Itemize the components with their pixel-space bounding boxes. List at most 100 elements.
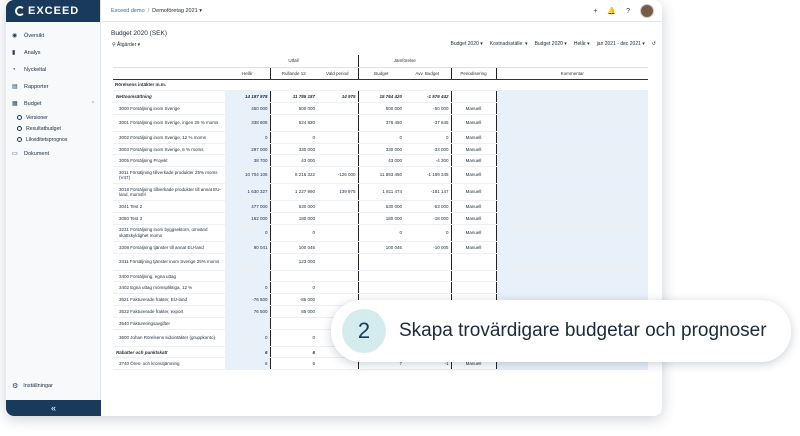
cell-helar[interactable]: 10 704 105 <box>225 166 270 185</box>
cell-avv[interactable]: -18 000 <box>404 212 452 225</box>
cell-budget[interactable] <box>357 253 404 271</box>
cell-per[interactable]: Manuell <box>450 224 497 242</box>
cell-rull[interactable]: 0 <box>269 131 317 144</box>
cell-avv[interactable]: 0 <box>404 131 452 144</box>
cell-rull[interactable]: 524 830 <box>269 114 317 132</box>
cell-kommentar[interactable] <box>495 90 649 104</box>
cell-kommentar[interactable] <box>495 253 649 271</box>
cell-helar[interactable] <box>225 317 270 330</box>
cell-vald[interactable] <box>317 143 358 156</box>
cell-helar[interactable]: 477 000 <box>225 200 270 214</box>
cell-avv[interactable] <box>404 270 452 283</box>
cell-helar[interactable]: 450 000 <box>225 102 270 115</box>
cell-avv[interactable] <box>404 281 452 295</box>
cell-rull[interactable]: 6 <box>269 357 317 371</box>
cell-budget[interactable] <box>357 281 404 295</box>
cell-avv[interactable]: 0 <box>404 224 452 242</box>
cell-rull[interactable]: 1 227 990 <box>269 183 317 202</box>
cell-kommentar[interactable] <box>495 200 649 214</box>
table-row[interactable]: 3005 Försäljning Projekt 38 700 43 000 43 0… <box>113 154 649 168</box>
cell-helar[interactable]: 6 <box>225 346 270 359</box>
cell-budget[interactable]: 330 000 <box>357 143 404 156</box>
cell-rull[interactable] <box>269 270 317 283</box>
cell-per[interactable]: Manuell <box>450 131 497 144</box>
cell-per[interactable]: Manuell <box>450 241 497 254</box>
cell-helar[interactable]: 6 <box>225 357 270 371</box>
cell-rull[interactable]: 530 000 <box>269 200 317 214</box>
table-row[interactable]: 3231 Försäljning inom byggsektorn, omvän… <box>113 224 649 242</box>
table-row[interactable]: 3011 Försäljning tillverkade produkter 2… <box>113 166 649 185</box>
cell-vald[interactable] <box>317 102 358 115</box>
cell-helar[interactable]: 14 187 978 <box>225 90 270 104</box>
cell-per[interactable]: Manuell <box>450 102 497 115</box>
cell-helar[interactable]: 1 630 327 <box>225 183 270 202</box>
cell-vald[interactable]: -126 000 <box>317 166 358 185</box>
cell-helar[interactable]: 338 805 <box>225 114 270 132</box>
logo[interactable]: EXCEED <box>6 0 100 22</box>
cell-vald[interactable] <box>317 212 358 225</box>
cell-budget[interactable]: 500 000 <box>357 102 404 115</box>
cell-kommentar[interactable] <box>495 224 649 242</box>
date-range-filter[interactable]: jan 2021 - dec 2021 ▾ <box>597 41 645 47</box>
cell-helar[interactable]: 0 <box>225 281 270 295</box>
collapse-sidebar-button[interactable]: « <box>6 400 101 416</box>
cost-center-filter[interactable]: Kostnadsställe: ▾ <box>490 41 528 47</box>
cell-kommentar[interactable] <box>495 143 649 156</box>
refresh-icon[interactable]: ↺ <box>652 41 656 47</box>
cell-rull[interactable]: 0 <box>269 281 317 295</box>
cell-kommentar[interactable] <box>495 183 649 202</box>
settings-link[interactable]: ⚙ Inställningar <box>12 382 53 390</box>
cell-rull[interactable]: 180 000 <box>269 212 317 225</box>
cell-rull[interactable]: 8 216 322 <box>269 166 317 185</box>
cell-vald[interactable] <box>317 154 358 168</box>
table-row[interactable]: 3003 Försäljning inom Sverige, 6 % moms 2… <box>113 143 649 156</box>
cell-rull[interactable]: 500 000 <box>269 102 317 115</box>
cell-avv[interactable]: -10 005 <box>404 241 452 254</box>
notification-icon[interactable]: 🔔 <box>607 7 616 15</box>
cell-budget[interactable]: 0 <box>357 131 404 144</box>
cell-per[interactable]: Manuell <box>450 166 497 185</box>
cell-helar[interactable]: 90 041 <box>225 241 270 254</box>
table-row[interactable]: 3001 Försäljning inom Sverige, ingen 25 … <box>113 114 649 132</box>
table-row[interactable]: 3308 Försäljning tjänster till annat EU-… <box>113 241 649 254</box>
cell-per[interactable]: Manuell <box>450 154 497 168</box>
cell-rull[interactable]: 100 046 <box>269 241 317 254</box>
cell-helar[interactable]: 0 <box>225 131 270 144</box>
cell-helar[interactable]: 162 000 <box>225 212 270 225</box>
breadcrumb-company-selector[interactable]: Demoföretag 2021 ▾ <box>152 8 202 14</box>
cell-helar[interactable]: 0 <box>225 224 270 242</box>
cell-kommentar[interactable] <box>495 154 649 168</box>
cell-kommentar[interactable] <box>495 166 649 185</box>
cell-per[interactable]: Manuell <box>450 114 497 132</box>
budget-version-filter[interactable]: Budget 2020 ▾ <box>450 41 482 47</box>
table-row[interactable]: 3311 Försäljning tjänster inom Sverige 2… <box>113 253 649 271</box>
column-header-helar[interactable]: Helår <box>225 67 270 80</box>
sidebar-item[interactable]: ◔ Nyckeltal <box>6 61 100 78</box>
table-row[interactable]: 3041 Test 2 477 000 530 000 530 000 -53 000 M… <box>113 200 649 214</box>
table-row[interactable]: Nettoomsättning 14 187 978 11 785 187 14 97… <box>113 90 649 104</box>
cell-budget[interactable]: 11 893 450 <box>357 166 404 185</box>
cell-kommentar[interactable] <box>495 212 649 225</box>
cell-rull[interactable]: 123 000 <box>269 253 317 271</box>
cell-helar[interactable]: 0 <box>225 329 270 347</box>
cell-per[interactable]: Manuell <box>450 183 497 202</box>
cell-budget[interactable]: 100 046 <box>357 241 404 254</box>
table-row[interactable]: 3050 Test 3 162 000 180 000 180 000 -18 000 M… <box>113 212 649 225</box>
cell-avv[interactable]: -181 147 <box>404 183 452 202</box>
cell-budget[interactable]: 1 811 474 <box>357 183 404 202</box>
cell-budget[interactable]: 43 000 <box>357 154 404 168</box>
sidebar-item[interactable]: ▮ Analys <box>6 44 100 61</box>
comparison-budget-filter[interactable]: Budget 2020 ▾ <box>535 41 567 47</box>
cell-per[interactable] <box>450 253 497 271</box>
cell-rull[interactable]: -85 000 <box>269 293 317 307</box>
cell-avv[interactable]: -1 576 442 <box>404 90 452 104</box>
cell-rull[interactable] <box>269 317 317 330</box>
cell-helar[interactable]: -76 500 <box>225 293 270 307</box>
cell-per[interactable]: Manuell <box>450 200 497 214</box>
cell-per[interactable]: Manuell <box>450 212 497 225</box>
cell-rull[interactable]: 85 000 <box>269 305 317 318</box>
sidebar-item[interactable]: ▤ Rapporter <box>6 78 100 95</box>
table-row[interactable]: 3402 Egna uttag momspliktiga, 12 % 0 0 <box>113 281 649 295</box>
breadcrumb-company[interactable]: Exceed demo <box>111 8 145 14</box>
cell-rull[interactable]: 11 785 187 <box>269 90 317 104</box>
